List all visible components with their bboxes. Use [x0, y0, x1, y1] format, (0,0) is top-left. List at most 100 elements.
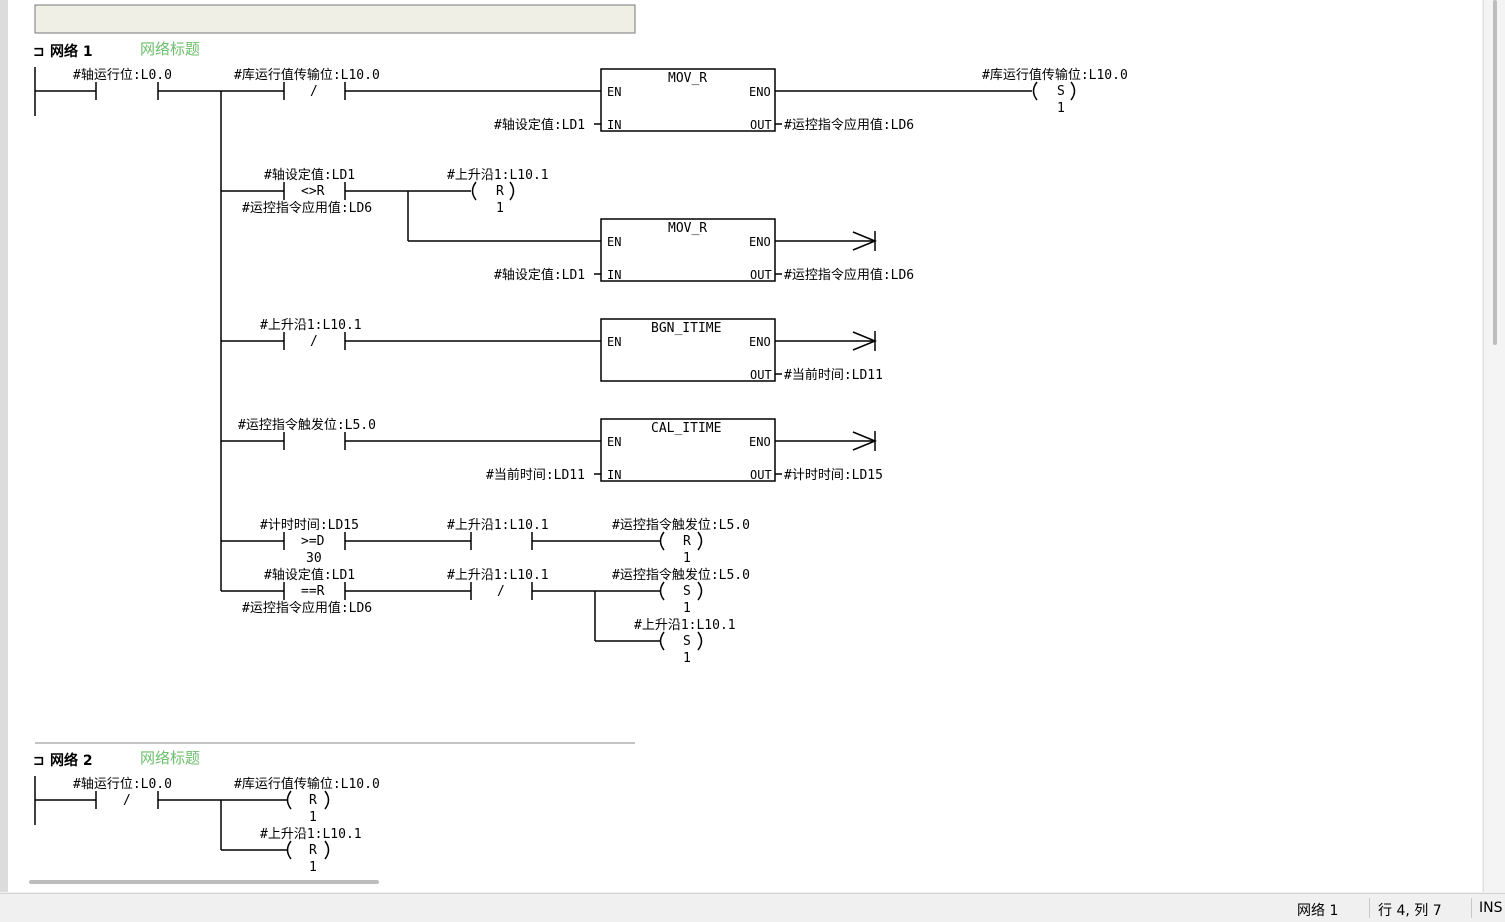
mov-r-box-2[interactable]: MOV_R EN ENO IN OUT #轴设定值:LD1 #运控指令应用值:L…: [494, 218, 914, 283]
mov-r-box-1[interactable]: MOV_R EN ENO IN OUT #轴设定值:LD1 #运控指令应用值:L…: [494, 68, 914, 133]
network-1-header[interactable]: 网络 1: [50, 43, 93, 60]
svg-text:1: 1: [1057, 101, 1065, 116]
svg-text:OUT: OUT: [750, 368, 772, 382]
svg-text:#上升沿1:L10.1: #上升沿1:L10.1: [260, 318, 362, 333]
svg-text:EN: EN: [607, 335, 621, 349]
svg-text:1: 1: [683, 551, 691, 566]
svg-text:MOV_R: MOV_R: [668, 221, 707, 236]
status-position: 行 4, 列 7: [1378, 903, 1442, 919]
vertical-scrollbar[interactable]: [1483, 0, 1505, 892]
network-1: ⊐ 网络 1 网络标题 #轴运行位:L0.0 #库运行值传输位:L10.0 / …: [33, 40, 1128, 666]
eno-arrow-1: [775, 231, 877, 251]
svg-text:30: 30: [306, 551, 322, 566]
svg-text:/: /: [497, 584, 505, 599]
bgn-itime-box[interactable]: BGN_ITIME EN ENO OUT #当前时间:LD11: [600, 318, 883, 383]
svg-text:#运控指令应用值:LD6: #运控指令应用值:LD6: [242, 600, 372, 616]
svg-text:/: /: [310, 334, 318, 349]
svg-text:1: 1: [683, 651, 691, 666]
horizontal-scrollbar[interactable]: [8, 872, 1482, 892]
svg-text:#运控指令触发位:L5.0: #运控指令触发位:L5.0: [238, 417, 376, 433]
svg-text:#轴设定值:LD1: #轴设定值:LD1: [264, 167, 355, 183]
network-2-header[interactable]: 网络 2: [50, 752, 93, 769]
svg-text:R: R: [496, 184, 504, 199]
svg-text:#上升沿1:L10.1: #上升沿1:L10.1: [447, 518, 549, 533]
collapse-icon[interactable]: ⊐: [33, 753, 45, 769]
contact-rise-nc-2[interactable]: #上升沿1:L10.1 /: [447, 568, 549, 600]
vertical-scroll-thumb[interactable]: [1493, 0, 1497, 345]
svg-text:#库运行值传输位:L10.0: #库运行值传输位:L10.0: [982, 67, 1128, 83]
status-mode: INS: [1479, 900, 1503, 916]
svg-text:#上升沿1:L10.1: #上升沿1:L10.1: [447, 568, 549, 583]
svg-text:/: /: [123, 793, 131, 808]
svg-text:1: 1: [309, 810, 317, 825]
eno-arrow-3: [775, 431, 877, 451]
contact-rise-nc[interactable]: #上升沿1:L10.1 /: [260, 318, 362, 350]
svg-text:#运控指令触发位:L5.0: #运控指令触发位:L5.0: [612, 567, 750, 583]
svg-text:OUT: OUT: [750, 268, 772, 282]
svg-text:EN: EN: [607, 235, 621, 249]
svg-text:#库运行值传输位:L10.0: #库运行值传输位:L10.0: [234, 67, 380, 83]
network-2: ⊐ 网络 2 网络标题 #轴运行位:L0.0 / #库运行值传输位:L10.0 …: [33, 749, 380, 875]
svg-text:R: R: [683, 534, 691, 549]
svg-text:>=D: >=D: [301, 534, 325, 549]
contact-axis-run[interactable]: #轴运行位:L0.0: [73, 68, 172, 100]
network-2-title[interactable]: 网络标题: [140, 749, 200, 767]
svg-text:1: 1: [683, 601, 691, 616]
status-bar: 网络 1 行 4, 列 7 INS: [0, 893, 1505, 922]
svg-text:#当前时间:LD11: #当前时间:LD11: [784, 367, 883, 383]
svg-text:EN: EN: [607, 435, 621, 449]
horizontal-scroll-thumb[interactable]: [29, 880, 379, 884]
svg-text:#运控指令应用值:LD6: #运控指令应用值:LD6: [242, 200, 372, 216]
svg-text:#运控指令应用值:LD6: #运控指令应用值:LD6: [784, 267, 914, 283]
svg-text:/: /: [310, 84, 318, 99]
compare-ge-contact[interactable]: #计时时间:LD15 >=D 30: [260, 518, 359, 566]
svg-text:ENO: ENO: [749, 435, 771, 449]
svg-text:R: R: [309, 843, 317, 858]
network-1-title[interactable]: 网络标题: [140, 40, 200, 58]
cal-itime-box[interactable]: CAL_ITIME EN ENO IN OUT #当前时间:LD11 #计时时间…: [486, 418, 883, 483]
svg-text:#上升沿1:L10.1: #上升沿1:L10.1: [447, 168, 549, 183]
contact-rise-no[interactable]: #上升沿1:L10.1: [447, 518, 549, 550]
svg-text:1: 1: [309, 860, 317, 872]
svg-text:#计时时间:LD15: #计时时间:LD15: [260, 518, 359, 533]
svg-text:ENO: ENO: [749, 235, 771, 249]
svg-text:#运控指令触发位:L5.0: #运控指令触发位:L5.0: [612, 517, 750, 533]
svg-text:IN: IN: [607, 118, 621, 132]
svg-text:1: 1: [496, 201, 504, 216]
svg-text:OUT: OUT: [750, 468, 772, 482]
svg-text:ENO: ENO: [749, 85, 771, 99]
svg-text:S: S: [1057, 84, 1065, 99]
svg-text:R: R: [309, 793, 317, 808]
svg-text:BGN_ITIME: BGN_ITIME: [651, 321, 721, 336]
svg-text:#库运行值传输位:L10.0: #库运行值传输位:L10.0: [234, 776, 380, 792]
svg-text:IN: IN: [607, 268, 621, 282]
svg-text:#轴设定值:LD1: #轴设定值:LD1: [264, 567, 355, 583]
svg-text:EN: EN: [607, 85, 621, 99]
svg-text:#当前时间:LD11: #当前时间:LD11: [486, 467, 585, 483]
svg-text:IN: IN: [607, 468, 621, 482]
svg-text:#轴设定值:LD1: #轴设定值:LD1: [494, 267, 585, 283]
svg-text:MOV_R: MOV_R: [668, 71, 707, 86]
svg-text:#计时时间:LD15: #计时时间:LD15: [784, 468, 883, 483]
svg-text:S: S: [683, 634, 691, 649]
svg-text:#轴设定值:LD1: #轴设定值:LD1: [494, 117, 585, 133]
svg-text:CAL_ITIME: CAL_ITIME: [651, 421, 721, 436]
svg-text:#运控指令应用值:LD6: #运控指令应用值:LD6: [784, 117, 914, 133]
svg-text:#上升沿1:L10.1: #上升沿1:L10.1: [634, 618, 736, 633]
ladder-diagram: ⊐ 网络 1 网络标题 #轴运行位:L0.0 #库运行值传输位:L10.0 / …: [33, 4, 1128, 875]
coil-set-rise[interactable]: #上升沿1:L10.1 S 1: [634, 618, 736, 666]
svg-text:#轴运行位:L0.0: #轴运行位:L0.0: [73, 777, 172, 792]
svg-text:#上升沿1:L10.1: #上升沿1:L10.1: [260, 827, 362, 842]
contact-axis-run-nc[interactable]: #轴运行位:L0.0 /: [73, 777, 172, 809]
contact-trigger[interactable]: #运控指令触发位:L5.0: [238, 417, 376, 450]
eno-arrow-2: [775, 331, 877, 351]
svg-text:#轴运行位:L0.0: #轴运行位:L0.0: [73, 68, 172, 83]
ladder-editor[interactable]: ⊐ 网络 1 网络标题 #轴运行位:L0.0 #库运行值传输位:L10.0 / …: [8, 0, 1482, 892]
network-comment-box[interactable]: [34, 4, 636, 34]
coil-reset-rise[interactable]: #上升沿1:L10.1 R 1: [447, 168, 549, 216]
svg-text:ENO: ENO: [749, 335, 771, 349]
svg-text:<>R: <>R: [301, 184, 325, 199]
collapse-icon[interactable]: ⊐: [33, 44, 45, 60]
svg-text:OUT: OUT: [750, 118, 772, 132]
contact-lib-run-nc[interactable]: #库运行值传输位:L10.0 /: [234, 67, 380, 100]
